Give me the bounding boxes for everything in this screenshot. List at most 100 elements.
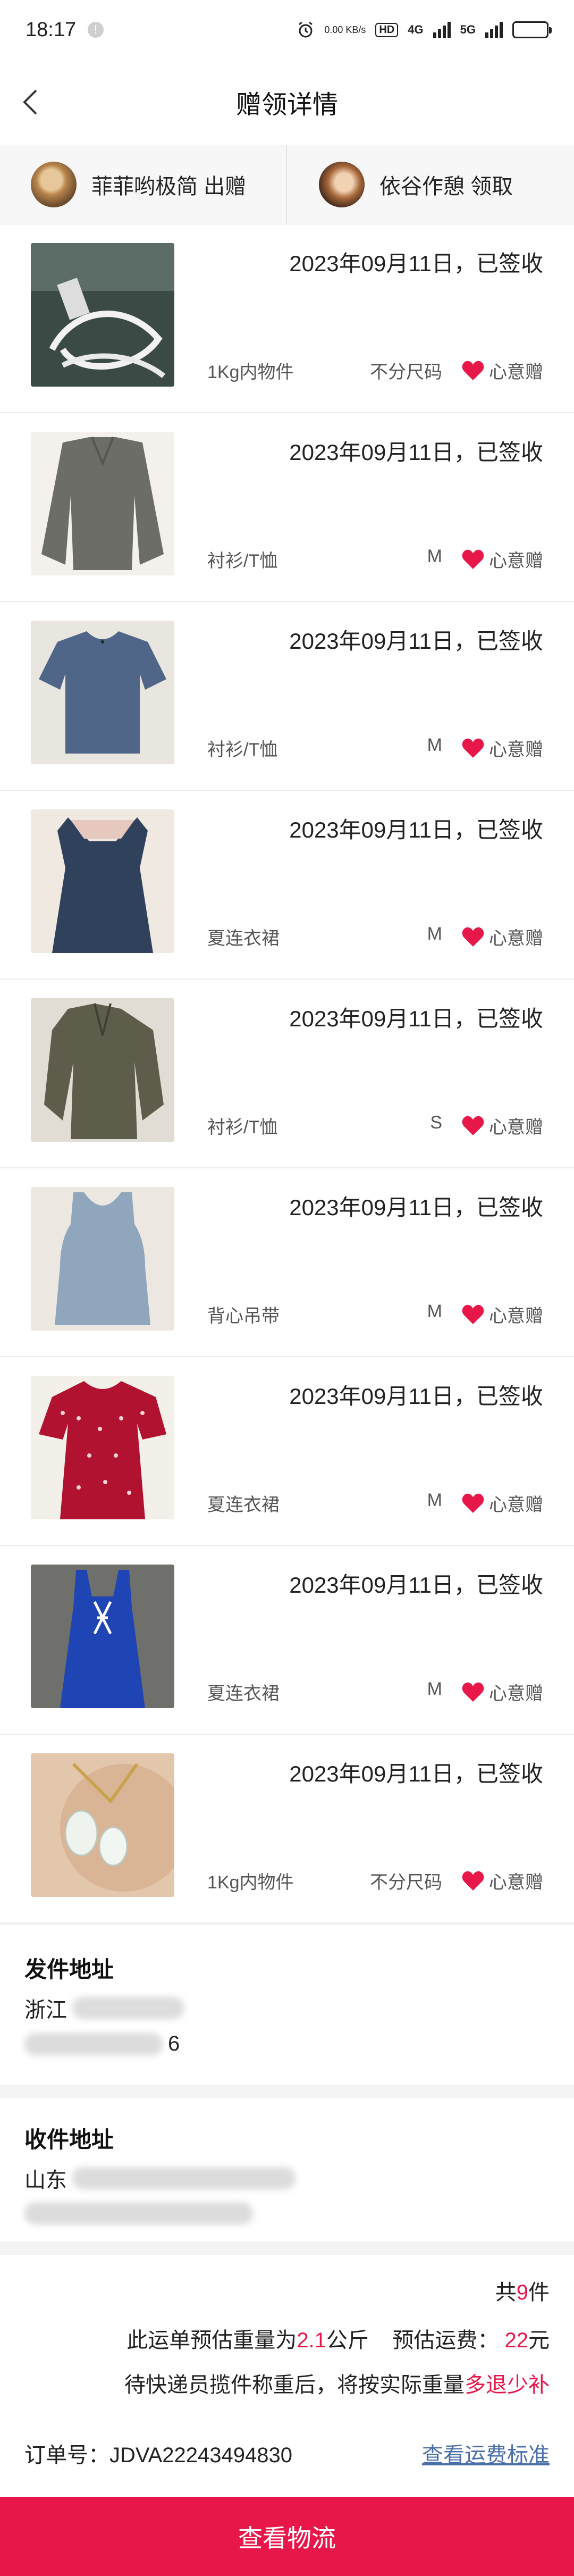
- gift-label: 心意赠: [489, 551, 543, 571]
- item-sign-date: 2023年09月11日，已签收: [289, 1384, 543, 1409]
- item-category: 背心吊带: [207, 1306, 280, 1326]
- receiver-name: 依谷作憩: [379, 175, 465, 198]
- item-count-value: 9: [516, 2281, 528, 2304]
- item-list: 2023年09月11日，已签收 1Kg内物件 不分尺码 心意赠 2023年09月11日，…: [0, 224, 574, 1923]
- weigh-note-text: 待快递员揽件称重后，将按实际重量: [124, 2373, 465, 2397]
- item-row[interactable]: 2023年09月11日，已签收 衬衫/T恤 M 心意赠: [0, 602, 574, 791]
- item-sign-date: 2023年09月11日，已签收: [289, 629, 543, 654]
- order-number-value: JDVA22243494830: [109, 2444, 292, 2467]
- alarm-icon: [299, 21, 313, 38]
- item-category: 夏连衣裙: [207, 929, 280, 949]
- giver-info[interactable]: 菲菲哟极简 出赠: [0, 145, 286, 224]
- sender-address-line: 6: [24, 2032, 550, 2056]
- receiver-address-line: 山东: [24, 2163, 550, 2194]
- redacted-text: [72, 1997, 184, 2019]
- item-row[interactable]: 2023年09月11日，已签收 夏连衣裙 M 心意赠: [0, 791, 574, 980]
- item-size: M: [427, 924, 442, 944]
- item-count: 共9件: [495, 2275, 550, 2306]
- status-time: 18:17: [26, 18, 77, 41]
- sender-address-card: 发件地址 浙江 6: [0, 1925, 574, 2085]
- item-size: S: [430, 1113, 442, 1133]
- gift-badge: 心意赠: [461, 1868, 543, 1894]
- gift-label: 心意赠: [489, 1872, 543, 1893]
- item-row[interactable]: 2023年09月11日，已签收夏连衣裙 M 心意赠: [0, 1357, 574, 1546]
- order-number: 订单号：JDVA22243494830: [24, 2438, 292, 2469]
- notification-icon: !: [88, 22, 104, 38]
- item-category: 衬衫/T恤: [207, 551, 278, 571]
- item-category: 衬衫/T恤: [207, 1117, 278, 1138]
- item-thumbnail[interactable]: [31, 1565, 174, 1708]
- item-size: 不分尺码: [370, 362, 442, 382]
- item-row[interactable]: 2023年09月11日，已签收 夏连衣裙 M 心意赠: [0, 1546, 574, 1735]
- item-thumbnail[interactable]: [31, 1376, 174, 1519]
- item-row[interactable]: 2023年09月11日，已签收衬衫/T恤 M 心意赠: [0, 413, 574, 602]
- heart-icon: [462, 361, 484, 380]
- back-arrow-icon[interactable]: [16, 86, 48, 118]
- item-size: 不分尺码: [370, 1872, 442, 1893]
- sender-address-heading: 发件地址: [24, 1957, 114, 1982]
- item-thumbnail[interactable]: [31, 243, 174, 387]
- gift-badge: 心意赠: [461, 1113, 543, 1139]
- order-number-label: 订单号：: [24, 2444, 109, 2467]
- item-thumbnail[interactable]: [31, 809, 174, 953]
- gift-label: 心意赠: [489, 1306, 543, 1326]
- item-thumbnail[interactable]: [31, 1753, 174, 1897]
- item-row[interactable]: 2023年09月11日，已签收 1Kg内物件 不分尺码 心意赠: [0, 1735, 574, 1923]
- item-row[interactable]: 2023年09月11日，已签收 背心吊带 M 心意赠: [0, 1168, 574, 1357]
- weight-unit: 公斤: [326, 2329, 369, 2352]
- gift-label: 心意赠: [489, 362, 543, 382]
- fee-unit: 元: [528, 2329, 550, 2352]
- item-sign-date: 2023年09月11日，已签收: [289, 1761, 543, 1786]
- receiver-address-line: [24, 2202, 550, 2224]
- nav-bar: 赠领详情: [0, 60, 574, 145]
- gift-label: 心意赠: [489, 1684, 543, 1704]
- heart-icon: [462, 1682, 484, 1702]
- item-thumbnail[interactable]: [31, 432, 174, 575]
- sender-province: 浙江: [24, 1998, 67, 2022]
- status-bar: 18:17 ! 0.00 KB/s HD 4G 5G: [0, 0, 574, 60]
- receiver-address-heading: 收件地址: [24, 2127, 114, 2152]
- item-size: M: [427, 1490, 442, 1510]
- gift-badge: 心意赠: [461, 1301, 543, 1327]
- item-category: 夏连衣裙: [207, 1684, 280, 1704]
- item-size: M: [427, 546, 442, 566]
- weight-value: 2.1: [297, 2329, 326, 2352]
- item-count-suffix: 件: [528, 2281, 550, 2304]
- item-size: M: [427, 735, 442, 755]
- item-category: 夏连衣裙: [207, 1495, 280, 1515]
- item-thumbnail[interactable]: [31, 1187, 174, 1331]
- gift-badge: 心意赠: [461, 546, 543, 572]
- view-logistics-button[interactable]: 查看物流: [0, 2497, 574, 2576]
- heart-icon: [462, 738, 484, 758]
- net-4g-label: 4G: [408, 23, 424, 36]
- gift-badge: 心意赠: [461, 924, 543, 950]
- item-sign-date: 2023年09月11日，已签收: [289, 1006, 543, 1031]
- gift-label: 心意赠: [489, 740, 543, 760]
- signal-5g-icon: [485, 22, 503, 38]
- item-sign-date: 2023年09月11日，已签收: [289, 440, 543, 465]
- order-summary: 共9件 此运单预估重量为2.1公斤 预估运费： 22元 待快递员揽件称重后，将按…: [0, 2255, 574, 2497]
- heart-icon: [462, 1871, 484, 1891]
- item-sign-date: 2023年09月11日，已签收: [289, 251, 543, 276]
- sender-address-line: 浙江: [24, 1993, 550, 2023]
- weigh-note: 待快递员揽件称重后，将按实际重量多退少补: [124, 2368, 550, 2398]
- item-sign-date: 2023年09月11日，已签收: [289, 1573, 543, 1598]
- redacted-text: [24, 2033, 163, 2055]
- gift-label: 心意赠: [489, 1495, 543, 1515]
- heart-icon: [462, 549, 484, 569]
- heart-icon: [462, 1493, 484, 1513]
- receiver-info[interactable]: 依谷作憩 领取: [286, 145, 574, 224]
- item-row[interactable]: 2023年09月11日，已签收衬衫/T恤 S 心意赠: [0, 980, 574, 1168]
- weight-prefix: 此运单预估重量为: [126, 2329, 297, 2352]
- battery-icon: [512, 21, 552, 38]
- fee-standard-link[interactable]: 查看运费标准: [422, 2438, 550, 2469]
- item-row[interactable]: 2023年09月11日，已签收 1Kg内物件 不分尺码 心意赠: [0, 224, 574, 413]
- item-count-prefix: 共: [495, 2281, 517, 2304]
- item-thumbnail[interactable]: [31, 998, 174, 1142]
- receiver-action: 领取: [470, 175, 513, 198]
- item-thumbnail[interactable]: [31, 621, 174, 764]
- giver-action: 出赠: [204, 175, 247, 198]
- net-speed: 0.00 KB/s: [324, 24, 366, 35]
- redacted-text: [72, 2167, 296, 2189]
- users-bar: 菲菲哟极简 出赠 依谷作憩 领取: [0, 145, 574, 224]
